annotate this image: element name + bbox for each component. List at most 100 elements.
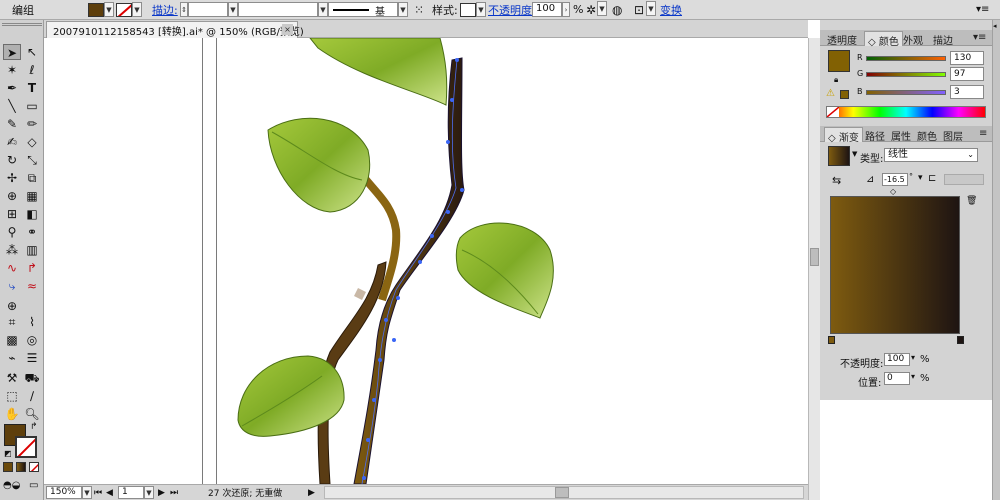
tab-appearance[interactable]: 外观 [900,31,926,47]
draw-mode-icon[interactable]: ◓◒ [3,480,20,491]
main-stem[interactable] [353,57,465,484]
scribble-tool-icon[interactable]: ⌁ [3,350,21,366]
scroll-thumb[interactable] [555,487,569,498]
green-channel[interactable]: G 97 [857,67,990,81]
brush-select[interactable]: 基本 [372,2,398,33]
crosshair-tool-icon[interactable]: ⊕ [3,298,21,314]
style-swatch[interactable] [460,2,476,17]
chevron-down-icon[interactable]: ▼ [852,150,857,158]
document-tab[interactable]: 2007910112158543 [转换].ai* @ 150% (RGB/预览… [46,21,304,38]
gradient-tool-icon[interactable]: ◧ [23,206,41,222]
lasso-tool-icon[interactable]: ℓ [23,62,41,78]
chevron-down-icon[interactable]: ▼ [82,486,92,499]
selection-tool-icon[interactable]: ➤ [3,44,21,60]
status-menu-icon[interactable]: ▶ [308,486,315,499]
gradient-preview-swatch[interactable] [828,146,850,166]
scroll-thumb[interactable] [810,248,819,266]
red-slider[interactable] [866,56,946,61]
rectangle-tool-icon[interactable]: ▭ [23,98,41,114]
previous-artboard-icon[interactable]: ◀ [106,486,113,499]
stepper-icon[interactable]: ⇕ [180,2,188,17]
vertical-scrollbar[interactable] [808,38,820,500]
right-leaf[interactable] [455,222,554,319]
shape-builder-tool-icon[interactable]: ⊕ [3,188,21,204]
stop-opacity-input[interactable]: 100 [884,353,910,366]
artboard-input[interactable]: 1 [118,486,144,499]
wave-effect-icon[interactable]: ≈ [23,278,41,294]
grid-tool-icon[interactable]: ▩ [3,332,21,348]
paintbrush-tool-icon[interactable]: ✎ [3,116,21,132]
chevron-down-icon[interactable]: ▾ [911,372,915,381]
tab-layers[interactable]: 图层 [940,127,966,143]
type-tool-icon[interactable]: T [23,80,41,96]
line-tool-icon[interactable]: ╲ [3,98,21,114]
variable-width-profile[interactable]: ▼ [238,1,328,18]
color-fill-swatch[interactable] [828,50,850,72]
aspect-ratio-icon[interactable]: ⊏ [928,173,936,184]
artboard-tool-icon[interactable]: ⌗ [3,314,21,330]
transform-grid-icon[interactable]: ⊡ [634,1,644,18]
angle-input[interactable]: -16.5 [882,173,908,186]
eyedropper-tool-icon[interactable]: ⚲ [3,224,21,240]
knife-tool-icon[interactable]: ∕ [23,388,41,404]
gradient-mode-icon[interactable] [16,462,26,472]
magic-wand-tool-icon[interactable]: ✶ [3,62,21,78]
panel-grip[interactable] [2,23,42,26]
rotate-tool-icon[interactable]: ↻ [3,152,21,168]
chevron-down-icon[interactable]: ▼ [646,1,656,16]
chevron-down-icon[interactable]: ▼ [104,2,114,17]
color-spectrum[interactable] [826,106,986,118]
direct-selection-tool-icon[interactable]: ↖ [23,44,41,60]
opacity-field[interactable]: 100 › % [532,1,583,18]
chevron-down-icon[interactable]: ▾ [918,173,923,183]
perspective-grid-tool-icon[interactable]: ▦ [23,188,41,204]
gradient-stop-end[interactable] [957,336,964,344]
none-mode-icon[interactable] [29,462,39,472]
zoom-tool-icon[interactable]: 🔍︎ [23,406,41,422]
panel-menu-icon[interactable]: ▾≡ [970,31,989,46]
default-colors-icon[interactable]: ◩ [4,449,12,458]
stroke-color-box[interactable] [15,436,37,458]
chevron-right-icon[interactable]: › [562,2,570,17]
pen-tool-icon[interactable]: ✒ [3,80,21,96]
free-transform-tool-icon[interactable]: ⧉ [23,170,41,186]
zoom-input[interactable]: 150% [46,486,82,499]
artboard-navigator[interactable]: 1 ▼ [118,486,154,499]
recolor-artwork-icon[interactable]: ✲ [586,1,596,18]
web-safe-swatch[interactable] [840,90,849,99]
eraser-tool-icon[interactable]: ◇ [23,134,41,150]
polar-grid-tool-icon[interactable]: ◎ [23,332,41,348]
midpoint-diamond-icon[interactable]: ◇ [890,187,896,196]
align-icon[interactable]: ◍ [612,1,622,18]
none-color-icon[interactable] [827,107,839,117]
width-tool-icon[interactable]: ✢ [3,170,21,186]
tab-stroke[interactable]: 描边 [930,31,956,47]
path-join-icon[interactable]: ⤷ [3,278,21,294]
zoom-control[interactable]: 150% ▼ [46,486,92,499]
chevron-down-icon[interactable]: ▼ [398,2,408,17]
green-value-input[interactable]: 97 [950,67,984,81]
panel-menu-icon[interactable]: ≡ [976,127,990,142]
blend-tool-icon[interactable]: ⚭ [23,224,41,240]
graphic-style-icon[interactable]: ⁙ [414,1,424,18]
red-value-input[interactable]: 130 [950,51,984,65]
symbol-sprayer-tool-icon[interactable]: ⁂ [3,242,21,258]
chevron-down-icon[interactable]: ▼ [597,1,607,16]
last-artboard-icon[interactable]: ⏭ [170,486,178,499]
upper-left-leaf[interactable] [267,117,371,213]
mesh-tool-icon[interactable]: ⊞ [3,206,21,222]
swap-colors-icon[interactable]: ↱ [30,422,38,432]
blue-value-input[interactable]: 3 [950,85,984,99]
warning-icon[interactable]: ⚠ [826,88,835,99]
fill-color-control[interactable]: ▼ [88,1,114,18]
path-effect-icon[interactable]: ∿ [3,260,21,276]
collapsed-panel-strip[interactable]: ◂ [992,20,1000,500]
close-icon[interactable]: × [282,24,293,35]
chevron-down-icon[interactable]: ⌄ [967,149,974,161]
stroke-weight-input[interactable] [188,2,228,17]
blue-channel[interactable]: B 3 [857,85,990,99]
tab-color-2[interactable]: 颜色 [914,127,940,143]
next-artboard-icon[interactable]: ▶ [158,486,165,499]
gradient-stop-start[interactable] [828,336,835,344]
blob-brush-tool-icon[interactable]: ✍ [3,134,21,150]
